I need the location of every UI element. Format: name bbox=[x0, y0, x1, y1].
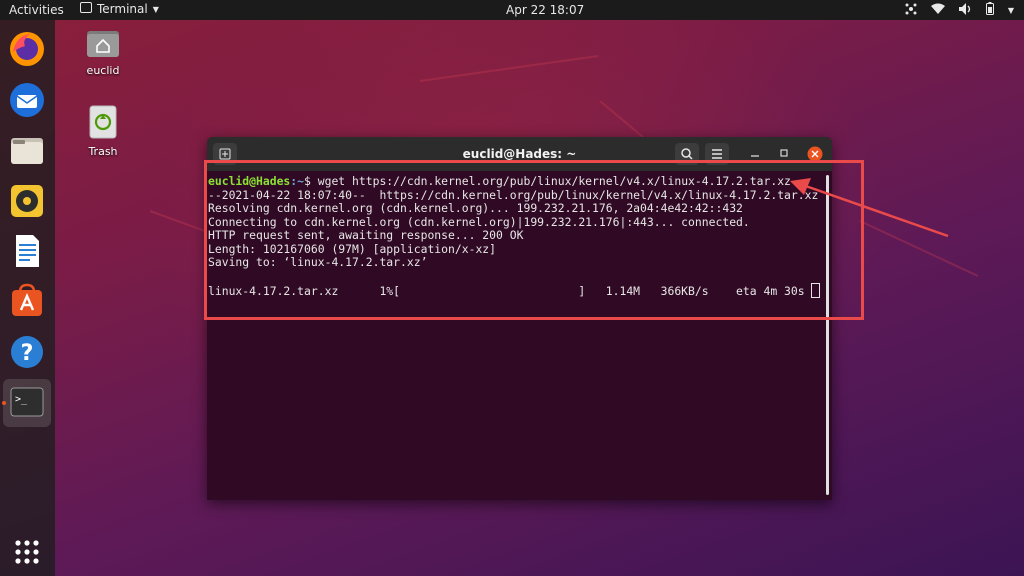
annotation-highlight-box bbox=[204, 160, 864, 320]
window-title: euclid@Hades: ~ bbox=[462, 147, 577, 161]
system-menu-chevron-icon: ▼ bbox=[1007, 5, 1014, 15]
files-icon[interactable] bbox=[8, 132, 46, 170]
thunderbird-icon[interactable] bbox=[8, 81, 46, 119]
trash-icon bbox=[88, 105, 118, 142]
minimize-button[interactable] bbox=[748, 145, 762, 161]
svg-text:?: ? bbox=[21, 341, 34, 366]
software-icon[interactable] bbox=[8, 282, 46, 320]
help-icon[interactable]: ? bbox=[8, 333, 46, 371]
desktop-icon-label: Trash bbox=[88, 145, 118, 158]
app-menu-label: Terminal bbox=[97, 2, 148, 16]
rhythmbox-icon[interactable] bbox=[8, 182, 46, 220]
activities-button[interactable]: Activities bbox=[9, 3, 64, 17]
dock: ? >_ bbox=[0, 20, 55, 576]
desktop-icon-trash[interactable]: Trash bbox=[73, 105, 133, 158]
desktop-icon-home[interactable]: euclid bbox=[73, 28, 133, 77]
volume-icon bbox=[958, 2, 972, 18]
home-folder-icon bbox=[86, 31, 120, 61]
app-menu[interactable]: Terminal ▼ bbox=[80, 2, 159, 16]
chevron-down-icon: ▼ bbox=[152, 4, 159, 14]
firefox-icon[interactable] bbox=[8, 30, 46, 68]
writer-icon[interactable] bbox=[8, 232, 46, 270]
svg-text:>_: >_ bbox=[15, 394, 28, 405]
maximize-button[interactable] bbox=[777, 145, 791, 161]
running-indicator bbox=[2, 401, 6, 405]
terminal-icon[interactable]: >_ bbox=[3, 379, 51, 427]
battery-icon bbox=[985, 2, 994, 18]
clock[interactable]: Apr 22 18:07 bbox=[506, 3, 584, 17]
network-icon bbox=[905, 3, 917, 18]
grid-icon[interactable] bbox=[8, 533, 46, 571]
wifi-icon bbox=[930, 3, 945, 17]
top-bar: Activities Terminal ▼ Apr 22 18:07 ▼ bbox=[0, 0, 1024, 20]
system-tray[interactable]: ▼ bbox=[905, 2, 1014, 18]
terminal-app-icon bbox=[80, 2, 92, 16]
desktop-icon-label: euclid bbox=[86, 64, 120, 77]
